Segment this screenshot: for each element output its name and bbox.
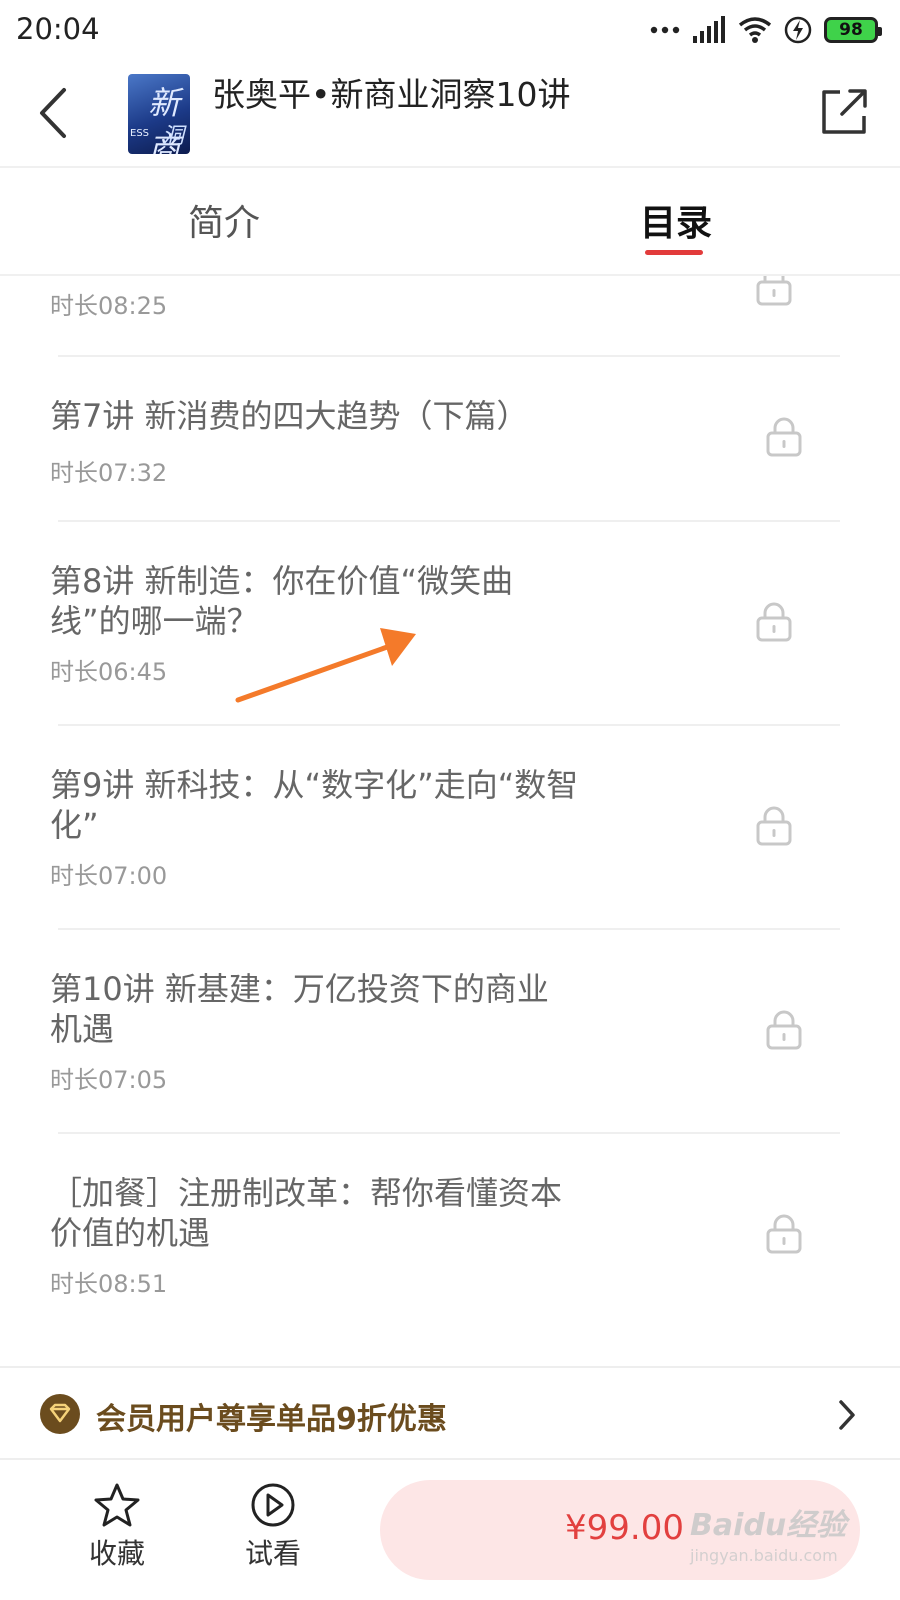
favorite-button[interactable]: 收藏 <box>72 1482 162 1582</box>
lock-icon <box>766 1010 802 1050</box>
favorite-label: 收藏 <box>88 1537 145 1570</box>
tab-intro[interactable]: 简介 <box>188 194 260 246</box>
star-icon <box>94 1483 140 1527</box>
chevron-right-icon <box>839 1400 855 1430</box>
status-time: 20:04 <box>16 12 100 46</box>
lesson-title: 第10讲 新基建：万亿投资下的商业 <box>50 970 549 1008</box>
lesson-title: ［加餐］注册制改革：帮你看懂资本 <box>50 1174 563 1212</box>
lesson-title: 第7讲 新消费的四大趋势（下篇） <box>50 397 529 435</box>
status-icons: 98 <box>650 14 882 46</box>
lesson-duration: 时长07:00 <box>50 862 168 890</box>
lesson-list[interactable]: 时长08:25 第7讲 新消费的四大趋势（下篇） 时长07:32 第8讲 新制造… <box>0 276 900 1366</box>
lesson-title: 第9讲 新科技：从“数字化”走向“数智 <box>50 766 579 804</box>
share-icon[interactable] <box>818 86 870 138</box>
lesson-duration: 时长08:25 <box>50 292 168 320</box>
list-item[interactable]: ［加餐］注册制改革：帮你看懂资本 价值的机遇 时长08:51 <box>0 1134 900 1338</box>
tab-active-indicator <box>645 250 703 255</box>
baidu-watermark: Baidu经验 jingyan.baidu.com <box>690 1500 860 1580</box>
lesson-title-line2: 价值的机遇 <box>50 1214 211 1252</box>
wifi-icon <box>738 17 772 43</box>
lock-icon <box>766 1214 802 1254</box>
watermark-main: Baidu经验 <box>690 1508 847 1543</box>
charging-icon <box>784 16 812 44</box>
lesson-title-line2: 机遇 <box>50 1010 115 1048</box>
lock-icon <box>756 276 792 306</box>
battery-level: 98 <box>839 20 863 40</box>
member-badge-icon <box>40 1394 80 1434</box>
list-item[interactable]: 第9讲 新科技：从“数字化”走向“数智 化” 时长07:00 <box>0 726 900 928</box>
buy-price: ¥99.00 <box>565 1508 684 1548</box>
lock-icon <box>756 806 792 846</box>
cover-text-2: 洞察 <box>162 124 185 149</box>
header: 新商 洞察 ESS 张奥平•新商业洞察10讲 <box>0 60 900 168</box>
lesson-duration: 时长07:05 <box>50 1066 168 1094</box>
status-bar: 20:04 98 <box>0 0 900 60</box>
course-cover-image: 新商 洞察 ESS <box>128 74 190 154</box>
watermark-sub: jingyan.baidu.com <box>690 1546 838 1565</box>
lesson-title-line2: 化” <box>50 806 99 844</box>
trial-label: 试看 <box>244 1537 301 1570</box>
cover-text-3: ESS <box>130 128 150 139</box>
lesson-title: 第8讲 新制造：你在价值“微笑曲 <box>50 562 514 600</box>
back-arrow-icon[interactable] <box>30 78 80 148</box>
tab-bar: 简介 目录 <box>0 170 900 276</box>
signal-icon <box>693 16 725 43</box>
lock-icon <box>766 417 802 457</box>
more-dots-icon <box>650 26 680 34</box>
list-item[interactable]: 第7讲 新消费的四大趋势（下篇） 时长07:32 <box>0 357 900 520</box>
annotation-arrow-icon <box>235 628 416 703</box>
list-item[interactable]: 第10讲 新基建：万亿投资下的商业 机遇 时长07:05 <box>0 930 900 1132</box>
lock-icon <box>756 602 792 642</box>
member-discount-text: 会员用户尊享单品9折优惠 <box>96 1402 447 1437</box>
lesson-title-line2: 线”的哪一端？ <box>50 602 259 640</box>
lesson-duration: 时长06:45 <box>50 658 168 686</box>
member-discount-banner[interactable]: 会员用户尊享单品9折优惠 <box>0 1366 900 1460</box>
list-item[interactable]: 第8讲 新制造：你在价值“微笑曲 线”的哪一端？ 时长06:45 <box>0 522 900 724</box>
play-circle-icon <box>251 1483 295 1527</box>
list-item[interactable]: 时长08:25 <box>0 276 900 356</box>
tab-toc[interactable]: 目录 <box>640 194 712 246</box>
trial-button[interactable]: 试看 <box>228 1482 318 1582</box>
page-title: 张奥平•新商业洞察10讲 <box>212 75 571 114</box>
battery-icon: 98 <box>824 17 882 43</box>
lesson-duration: 时长07:32 <box>50 459 168 487</box>
lesson-duration: 时长08:51 <box>50 1270 168 1298</box>
